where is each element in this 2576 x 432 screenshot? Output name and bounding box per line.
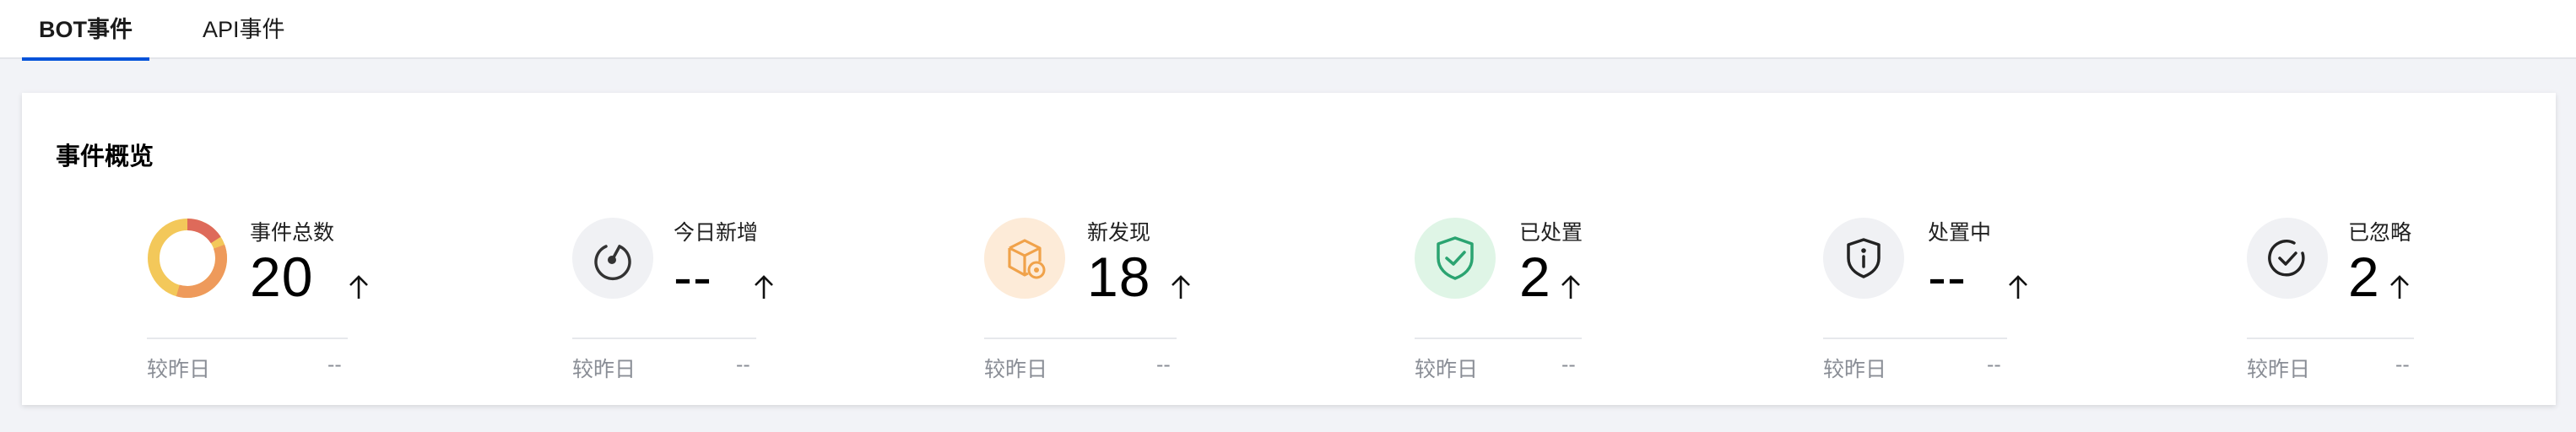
stat-ignored: 已忽略 2 较昨日 -- (2247, 204, 2458, 381)
event-overview-card: 事件概览 事件总数 20 较昨日 -- 今日新增 -- 较昨日 -- 新发现 1… (22, 93, 2556, 405)
stat-value: 2 (2348, 246, 2380, 308)
shield-info-icon (1823, 218, 1904, 299)
stat-value: 18 (1087, 246, 1151, 308)
compare-label: 较昨日 (1823, 358, 1887, 381)
compare-label: 较昨日 (572, 358, 636, 381)
arrow-up-icon (2387, 270, 2412, 304)
stat-value: 2 (1519, 246, 1551, 308)
compare-label: 较昨日 (984, 358, 1048, 381)
compare-label: 较昨日 (1415, 358, 1479, 381)
tab-bot-events[interactable]: BOT事件 (22, 0, 149, 61)
tab-api-events-label: API事件 (203, 17, 285, 42)
circle-check-icon (2247, 218, 2328, 299)
stat-divider (1415, 338, 1582, 339)
stat-divider (1823, 338, 2007, 339)
arrow-up-icon (1558, 270, 1583, 304)
arrow-up-icon (2005, 270, 2031, 304)
tab-bar: BOT事件 API事件 (0, 0, 2576, 61)
compare-value: -- (327, 353, 342, 376)
stat-divider (147, 338, 348, 339)
stat-label: 新发现 (1087, 221, 1151, 245)
compare-value: -- (736, 353, 750, 376)
stat-label: 处置中 (1928, 221, 1992, 245)
tab-bot-events-label: BOT事件 (39, 17, 133, 42)
compare-value: -- (2395, 353, 2410, 376)
card-title: 事件概览 (56, 143, 154, 170)
stat-value: -- (674, 246, 712, 308)
new-box-icon (984, 218, 1065, 299)
arrow-up-icon (346, 270, 371, 304)
stat-label: 已处置 (1519, 221, 1583, 245)
donut-chart-icon (147, 218, 228, 299)
compare-label: 较昨日 (147, 358, 211, 381)
stat-total-events: 事件总数 20 较昨日 -- (147, 204, 368, 381)
compare-value: -- (1987, 353, 2001, 376)
compare-value: -- (1561, 353, 1576, 376)
compare-label: 较昨日 (2247, 358, 2311, 381)
stat-label: 今日新增 (674, 221, 759, 245)
active-tab-indicator (22, 57, 149, 61)
stat-label: 事件总数 (250, 221, 335, 245)
stat-label: 已忽略 (2348, 221, 2412, 245)
stat-newly-found: 新发现 18 较昨日 -- (984, 204, 1195, 381)
gauge-icon (572, 218, 653, 299)
stat-value: -- (1928, 246, 1967, 308)
compare-value: -- (1156, 353, 1171, 376)
arrow-up-icon (1168, 270, 1193, 304)
stat-handled: 已处置 2 较昨日 -- (1415, 204, 1626, 381)
stat-divider (984, 338, 1177, 339)
stat-new-today: 今日新增 -- 较昨日 -- (572, 204, 783, 381)
stat-divider (572, 338, 756, 339)
shield-check-icon (1415, 218, 1496, 299)
arrow-up-icon (751, 270, 777, 304)
stat-divider (2247, 338, 2414, 339)
stat-value: 20 (250, 246, 314, 308)
tab-api-events[interactable]: API事件 (203, 0, 285, 59)
stat-in-progress: 处置中 -- 较昨日 -- (1823, 204, 2034, 381)
